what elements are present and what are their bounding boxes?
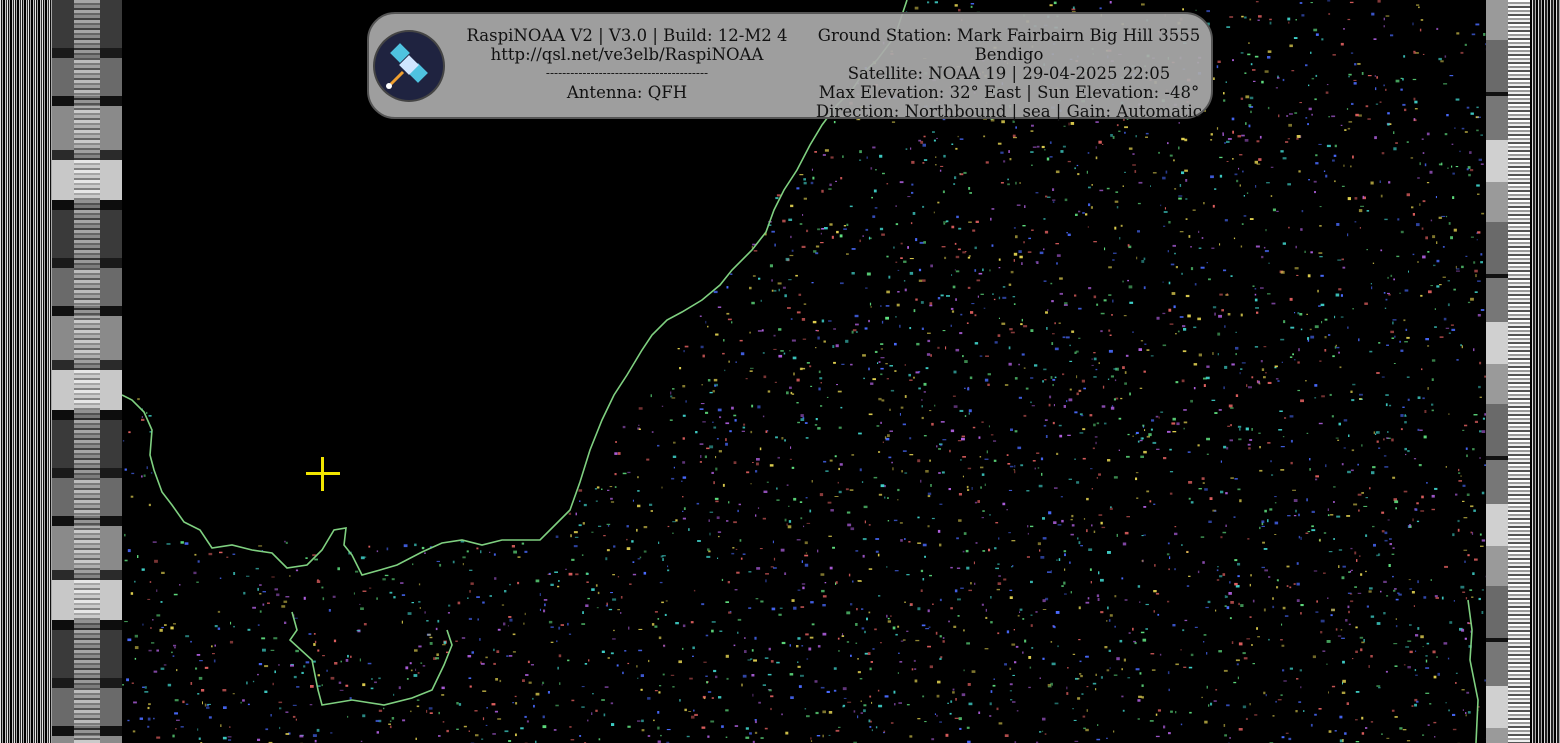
telemetry-strip-left-noise <box>0 0 52 743</box>
antenna-info: Antenna: QFH <box>566 83 688 102</box>
telemetry-strip-right-blocks <box>1486 0 1508 743</box>
telemetry-strip-right-noise <box>1508 0 1530 743</box>
ground-station: Ground Station: Mark Fairbairn Big Hill … <box>817 26 1201 45</box>
satellite-datetime: Satellite: NOAA 19 | 29-04-2025 22:05 <box>847 64 1171 83</box>
pass-info-panel: RaspiNOAA V2 | V3.0 | Build: 12-M2 4 htt… <box>367 12 1213 121</box>
separator-line: ---------------------------------------- <box>545 66 709 80</box>
ground-station-city: Bendigo <box>974 45 1044 64</box>
pass-details: Ground Station: Mark Fairbairn Big Hill … <box>809 26 1209 121</box>
direction-gain-info: Direction: Northbound | sea | Gain: Auto… <box>815 102 1203 121</box>
coastline-right <box>1467 599 1479 743</box>
satellite-logo-icon <box>375 32 443 100</box>
elevation-info: Max Elevation: 32° East | Sun Elevation:… <box>818 83 1200 102</box>
telemetry-strip-left-blocks <box>52 0 122 743</box>
crosshair-icon <box>306 457 340 491</box>
station-software-info: RaspiNOAA V2 | V3.0 | Build: 12-M2 4 htt… <box>457 26 797 102</box>
project-url: http://qsl.net/ve3elb/RaspiNOAA <box>490 45 764 64</box>
software-version: RaspiNOAA V2 | V3.0 | Build: 12-M2 4 <box>466 26 788 45</box>
telemetry-strip-right-far <box>1530 0 1560 743</box>
coastline-south <box>288 611 453 706</box>
